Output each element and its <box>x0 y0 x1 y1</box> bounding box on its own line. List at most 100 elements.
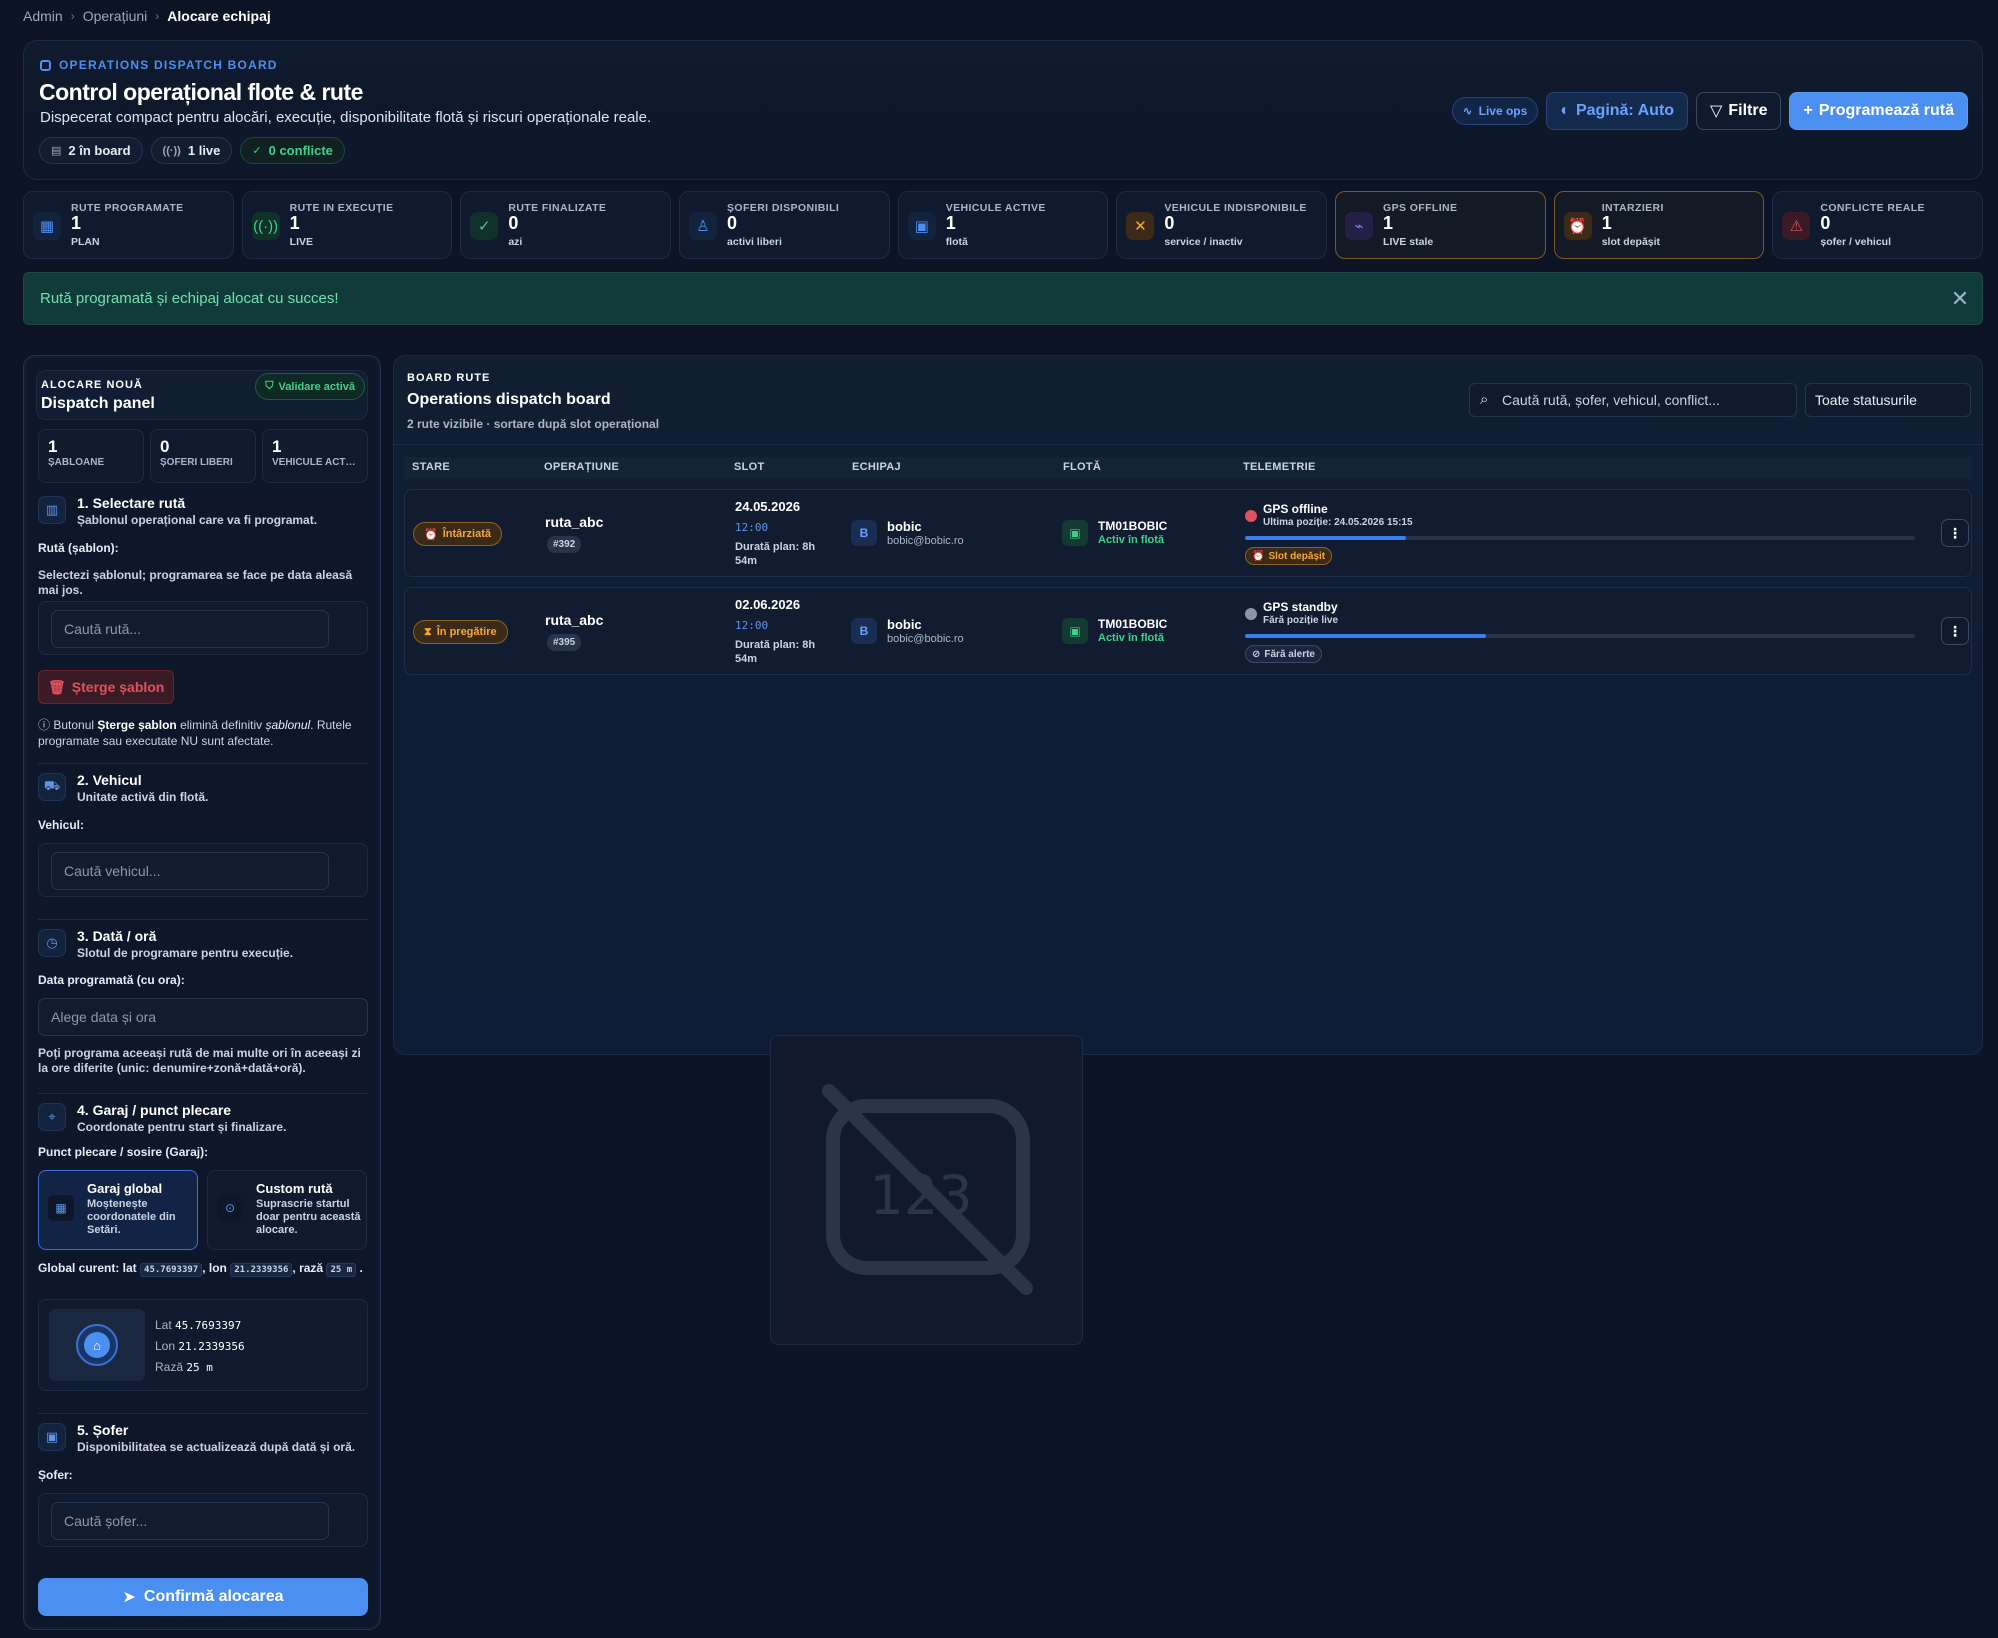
driver-search-input[interactable] <box>51 1502 329 1540</box>
breadcrumb-operatiuni[interactable]: Operațiuni <box>83 8 148 24</box>
global-radius: 25 m <box>326 1263 357 1277</box>
route-help: Selectezi șablonul; programarea se face … <box>38 568 353 597</box>
live-ops-button[interactable]: ∿ Live ops <box>1451 97 1539 125</box>
stat-card: ⏰ INTARZIERI 1 slot depășit <box>1553 191 1765 259</box>
image-off-icon: 123 <box>822 1084 1033 1295</box>
map-pin-icon: ⌖ <box>38 1103 66 1131</box>
confirm-label: Confirmă alocarea <box>143 1588 284 1605</box>
stat-label: RUTE FINALIZATE <box>508 202 607 214</box>
slot-time: 12:00 <box>735 619 769 632</box>
filters-label: Filtre <box>1728 102 1768 119</box>
divider <box>38 1413 368 1414</box>
board-search-input[interactable] <box>1502 384 1792 416</box>
alert-tag: ⊘ Fără alerte <box>1245 645 1322 663</box>
header-actions: ∿ Live ops ◐ Pagină: Auto ▽ Filtre + Program… <box>1451 92 1968 130</box>
alarm-icon: ⏰ <box>1252 550 1265 562</box>
close-icon[interactable]: ✕ <box>1946 285 1974 313</box>
row-menu-button[interactable]: ⋮ <box>1941 617 1969 645</box>
stat-value: 0 <box>508 213 519 233</box>
route-name[interactable]: ruta_abc <box>545 514 603 530</box>
vehicle-state: Activ în flotă <box>1098 534 1165 546</box>
clock-icon: ◷ <box>38 929 66 957</box>
breadcrumb-admin[interactable]: Admin <box>23 8 63 24</box>
column-header: FLOTĂ <box>1063 461 1102 473</box>
gps-status-dot <box>1245 608 1257 620</box>
crew-email: bobic@bobic.ro <box>887 633 964 645</box>
stat-note: azi <box>508 236 523 248</box>
success-message: Rută programată și echipaj alocat cu suc… <box>40 290 339 307</box>
stat-card: ✓ RUTE FINALIZATE 0 azi <box>460 191 672 259</box>
calendar-icon: ▦ <box>33 212 61 240</box>
garage-map-preview: ⌂ <box>49 1309 145 1381</box>
status-filter-select[interactable]: Toate statusurile <box>1805 383 1971 417</box>
board-subtitle: 2 rute vizibile · sortare după slot oper… <box>407 417 660 431</box>
global-lat: 45.7693397 <box>140 1263 203 1277</box>
stat-value: 1 <box>1383 213 1394 233</box>
table-header: STARE OPERAȚIUNE SLOT ECHIPAJ FLOTĂ TELE… <box>404 457 1972 479</box>
driver-label: Șofer: <box>38 1468 73 1482</box>
validation-badge-label: Validare activă <box>278 380 355 393</box>
home-marker: ⌂ <box>76 1324 118 1366</box>
satellite-off-icon: ⌁ <box>1345 212 1374 240</box>
mini-label: ȘABLOANE <box>48 457 105 468</box>
dispatch-panel: ALOCARE NOUĂ Dispatch panel ⛉ Validare ac… <box>23 355 381 1630</box>
coord-lon: Lon 21.2339356 <box>155 1336 245 1357</box>
step-title: 1. Selectare rută <box>77 495 186 511</box>
route-search-input[interactable] <box>51 610 329 648</box>
column-header: SLOT <box>734 461 765 473</box>
step-subtitle: Disponibilitatea se actualizează după da… <box>77 1440 356 1454</box>
header-chips: ▤ 2 în board ((·)) 1 live ✓ 0 conflicte <box>39 137 345 164</box>
coord-label: Rază <box>155 1360 184 1374</box>
chip-conflicts: ✓ 0 conflicte <box>240 137 345 164</box>
garage-global-option[interactable]: ▦ Garaj global Moștenește coordonatele d… <box>38 1170 198 1250</box>
table-row[interactable]: ⧗ În pregătire ruta_abc #395 02.06.2026 1… <box>404 587 1972 675</box>
telemetry-progress-fill <box>1245 634 1487 638</box>
driver-select <box>38 1493 368 1547</box>
global-text: , lon <box>202 1261 227 1275</box>
schedule-route-button[interactable]: + Programează rută <box>1789 92 1968 130</box>
status-badge: ⏰ Întârziată <box>413 522 502 546</box>
table-row[interactable]: ⏰ Întârziată ruta_abc #392 24.05.2026 12:… <box>404 489 1972 577</box>
board-eyebrow: BOARD RUTE <box>407 372 491 384</box>
gps-title: GPS offline <box>1263 502 1328 516</box>
avatar: B <box>851 618 877 644</box>
chip-label: 1 live <box>187 143 221 158</box>
step-title: 4. Garaj / punct plecare <box>77 1102 232 1118</box>
page-title: Control operațional flote & rute <box>39 79 363 105</box>
stat-value: 0 <box>727 213 738 233</box>
delete-template-button[interactable]: 🗑 Șterge șablon <box>38 670 175 704</box>
vehicle-search-input[interactable] <box>51 852 329 890</box>
stat-label: VEHICULE INDISPONIBILE <box>1164 202 1307 214</box>
check-circle-icon: ✓ <box>252 145 262 157</box>
garage-custom-option[interactable]: ⊙ Custom rută Suprascrie startul doar pe… <box>207 1170 367 1250</box>
page-mode-button[interactable]: ◐ Pagină: Auto <box>1546 92 1689 130</box>
bus-icon: ▣ <box>1062 618 1088 644</box>
step-subtitle: Șablonul operațional care va fi programa… <box>77 513 318 527</box>
chevron-right-icon: › <box>155 9 160 23</box>
status-label: Întârziată <box>442 528 491 540</box>
gps-subtitle: Fără poziție live <box>1263 615 1339 626</box>
bus-icon: ▣ <box>1062 520 1088 546</box>
chip-label: 2 în board <box>68 143 131 158</box>
status-badge: ⧗ În pregătire <box>413 620 508 644</box>
route-id: #392 <box>547 536 582 553</box>
filters-button[interactable]: ▽ Filtre <box>1696 92 1782 130</box>
route-name[interactable]: ruta_abc <box>545 612 603 628</box>
slot-time: 12:00 <box>735 521 769 534</box>
datetime-input[interactable] <box>38 998 368 1036</box>
server-icon: ▤ <box>51 145 62 157</box>
global-text: Global curent: lat <box>38 1261 137 1275</box>
row-menu-button[interactable]: ⋮ <box>1941 519 1969 547</box>
step-title: 5. Șofer <box>77 1422 129 1438</box>
info-icon: ⓘ <box>38 718 54 732</box>
status-label: În pregătire <box>436 626 497 638</box>
step-vehicle: ⛟ 2. Vehicul Unitate activă din flotă. V… <box>38 772 368 913</box>
id-card-icon: ▣ <box>38 1423 66 1451</box>
divider <box>38 763 368 764</box>
stat-note: flotă <box>945 236 968 248</box>
vehicle-plate: TM01BOBIC <box>1098 617 1168 631</box>
step-title: 2. Vehicul <box>77 772 142 788</box>
stat-note: slot depășit <box>1601 236 1661 248</box>
confirm-allocation-button[interactable]: ➤ Confirmă alocarea <box>38 1578 368 1616</box>
panel-mini-stats: 1 ȘABLOANE 0 ȘOFERI LIBERI 1 VEHICULE ACTIV… <box>38 429 368 483</box>
